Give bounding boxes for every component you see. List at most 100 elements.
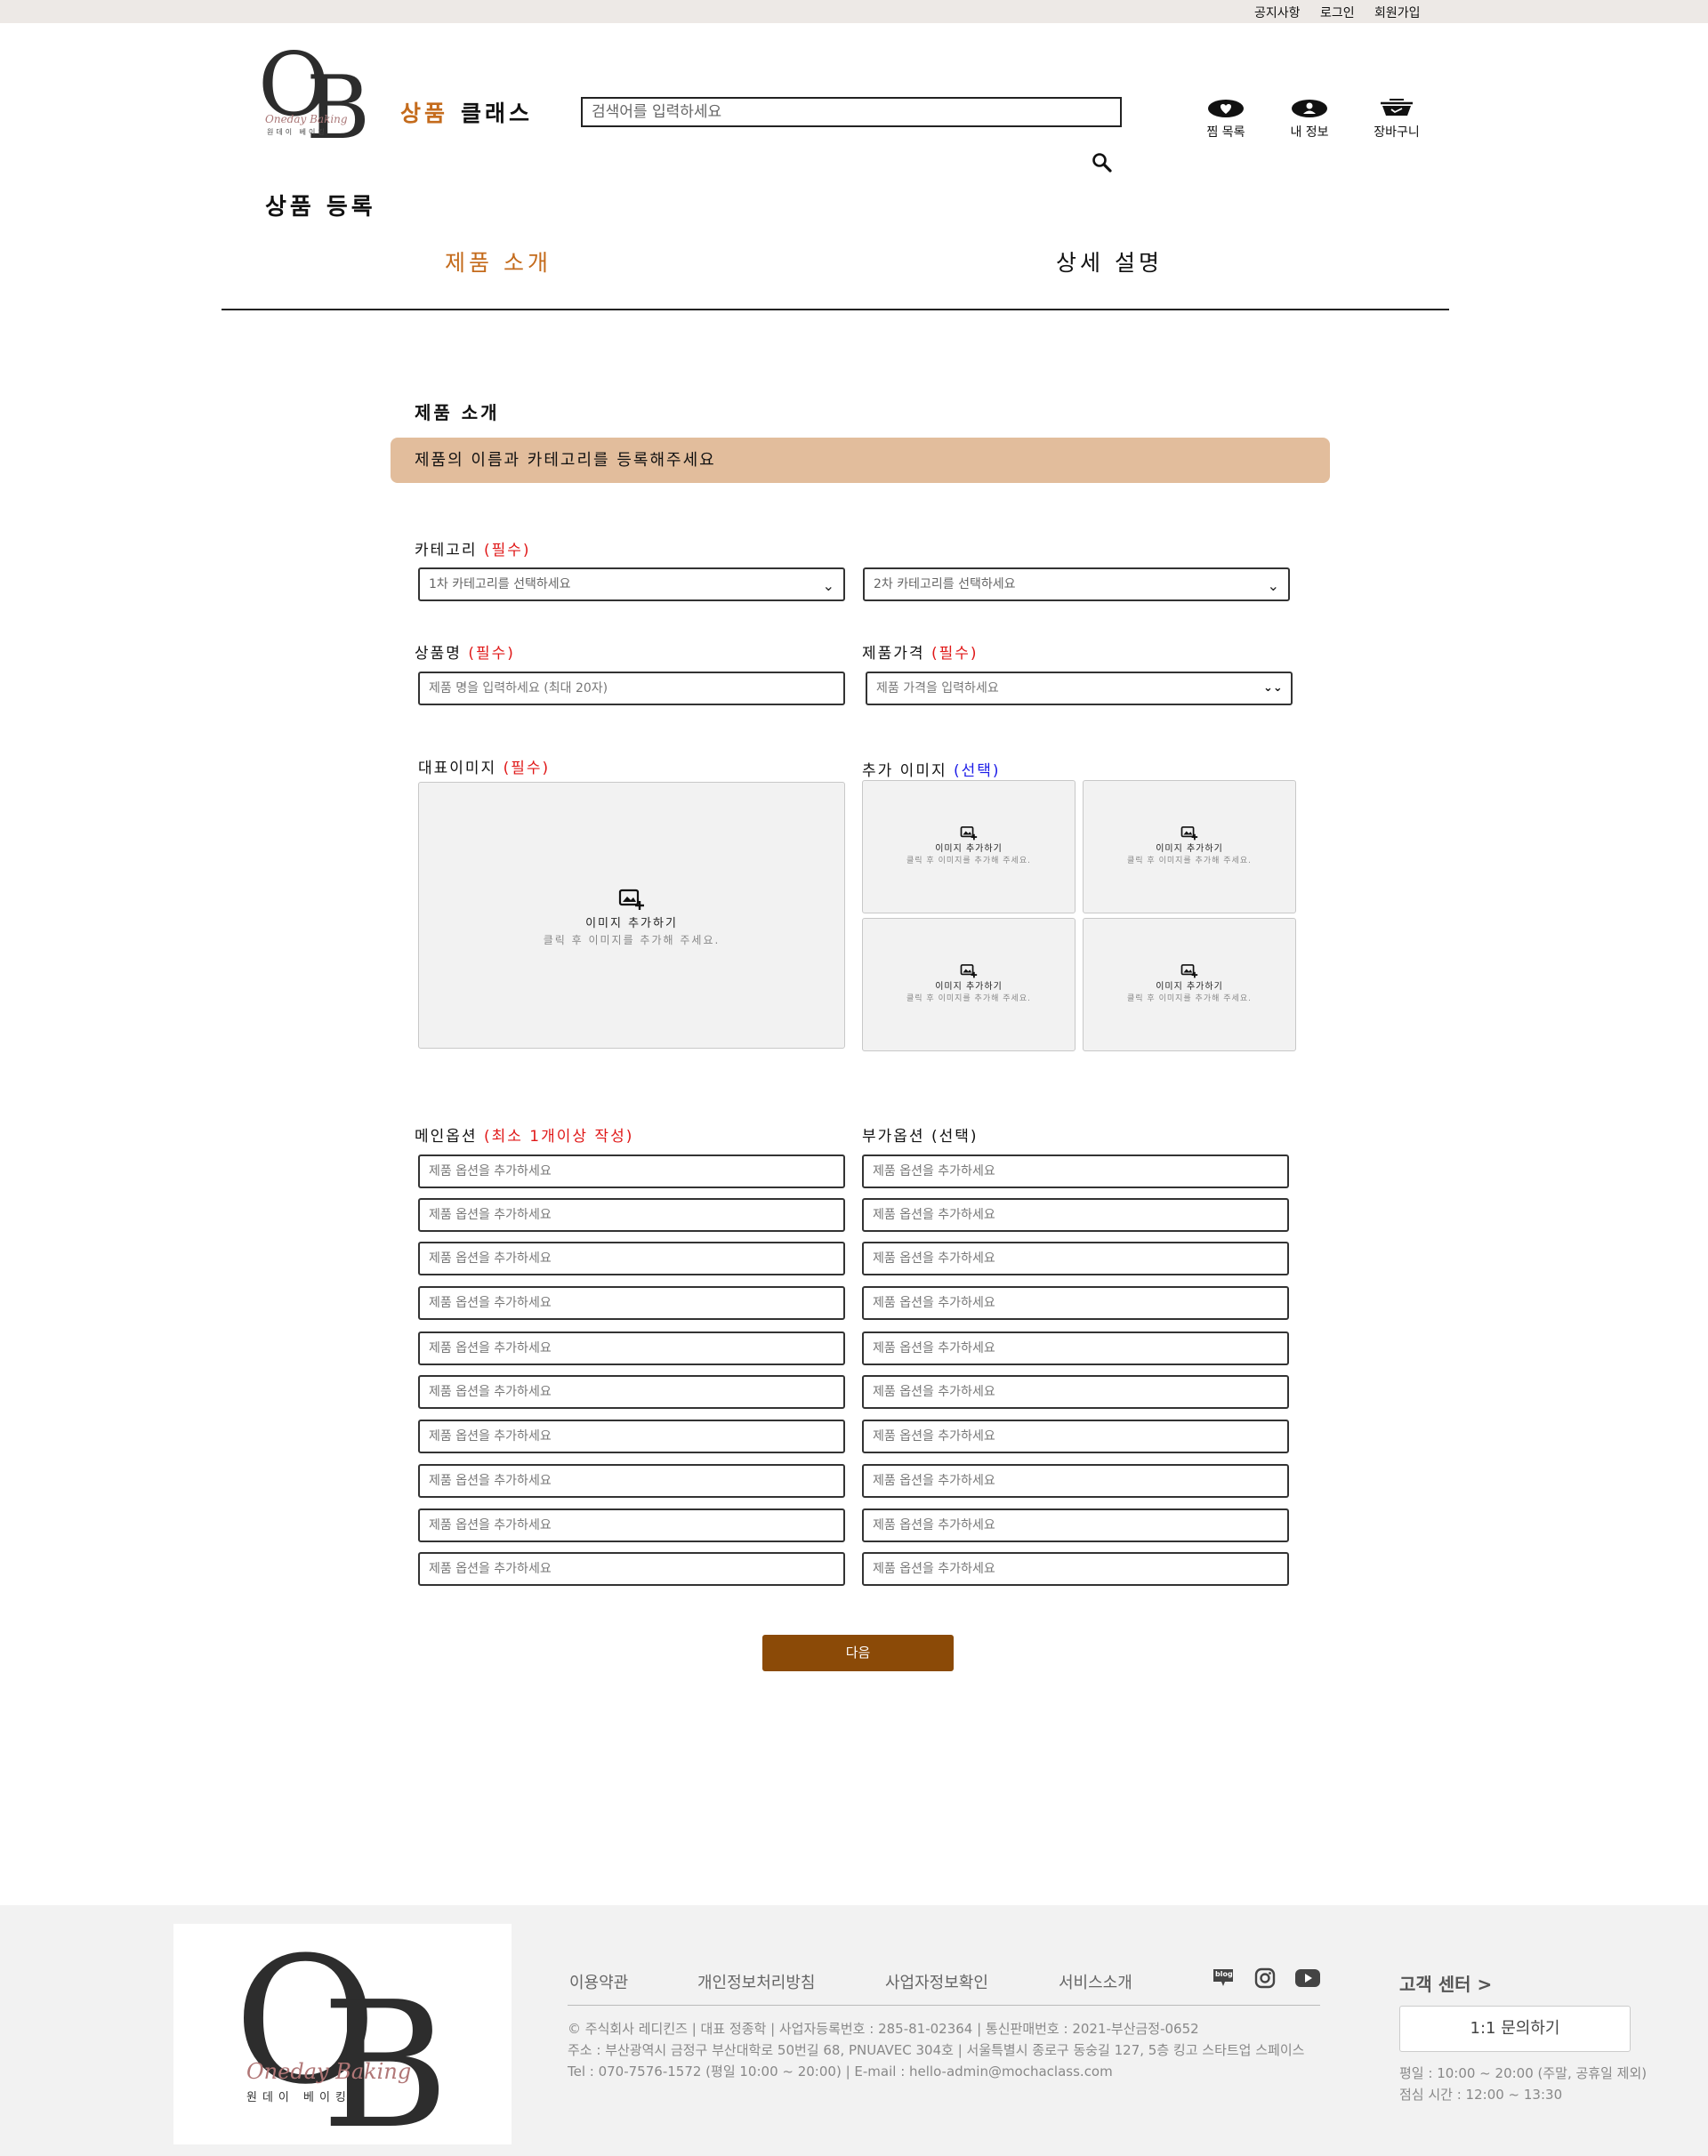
- my-info-button[interactable]: 내 정보: [1274, 98, 1345, 141]
- youtube-icon[interactable]: [1294, 1967, 1321, 1992]
- chevron-down-icon: ⌄: [1267, 577, 1279, 594]
- product-name-label-text: 상품명: [415, 645, 462, 663]
- upload-hint: 클릭 후 이미지를 추가해 주세요.: [906, 994, 1031, 1003]
- main-option-input[interactable]: [418, 1420, 845, 1453]
- cart-icon: [1381, 99, 1413, 116]
- sub-options-label: 부가옵션 (선택): [862, 1123, 979, 1146]
- extra-image-upload-1[interactable]: 이미지 추가하기 클릭 후 이미지를 추가해 주세요.: [862, 780, 1076, 913]
- footer-company-info: © 주식회사 레디킨즈 | 대표 정종학 | 사업자등록번호 : 285-81-…: [568, 2021, 1199, 2037]
- login-link[interactable]: 로그인: [1320, 4, 1355, 21]
- next-button[interactable]: 다음: [762, 1635, 954, 1671]
- extra-image-upload-2[interactable]: 이미지 추가하기 클릭 후 이미지를 추가해 주세요.: [1083, 780, 1296, 913]
- section-title: 제품 소개: [415, 402, 500, 423]
- product-name-input[interactable]: [418, 672, 845, 705]
- upload-hint: 클릭 후 이미지를 추가해 주세요.: [906, 857, 1031, 865]
- footer-divider: [568, 2005, 1320, 2006]
- cart-button[interactable]: 장바구니: [1361, 98, 1432, 141]
- upload-title: 이미지 추가하기: [1156, 982, 1223, 992]
- tab-product-intro[interactable]: 제품 소개: [445, 245, 552, 278]
- sub-option-input[interactable]: [862, 1552, 1289, 1586]
- sub-option-input[interactable]: [862, 1331, 1289, 1365]
- footer-link-service-intro[interactable]: 서비스소개: [1059, 1970, 1132, 1993]
- notice-link[interactable]: 공지사항: [1254, 4, 1301, 21]
- required-badge: (필수): [483, 542, 531, 559]
- instagram-icon[interactable]: [1254, 1967, 1276, 1992]
- search-input[interactable]: [581, 97, 1122, 127]
- tab-detail-description[interactable]: 상세 설명: [1056, 245, 1163, 278]
- extra-image-upload-3[interactable]: 이미지 추가하기 클릭 후 이미지를 추가해 주세요.: [862, 918, 1076, 1051]
- main-image-upload[interactable]: 이미지 추가하기 클릭 후 이미지를 추가해 주세요.: [418, 782, 845, 1049]
- logo-letter-b: B: [306, 58, 371, 159]
- sub-option-input[interactable]: [862, 1420, 1289, 1453]
- sub-option-input[interactable]: [862, 1154, 1289, 1188]
- main-option-input[interactable]: [418, 1154, 845, 1188]
- main-option-input[interactable]: [418, 1464, 845, 1498]
- sub-option-input[interactable]: [862, 1198, 1289, 1232]
- main-option-input[interactable]: [418, 1242, 845, 1275]
- main-option-input[interactable]: [418, 1198, 845, 1232]
- nav-class[interactable]: 클래스: [461, 96, 533, 128]
- optional-badge: (선택): [954, 762, 1001, 780]
- blog-icon-text: blog: [1215, 1970, 1233, 1978]
- sub-option-input[interactable]: [862, 1286, 1289, 1320]
- main-options-label-text: 메인옵션: [415, 1128, 478, 1146]
- search-icon[interactable]: [1091, 151, 1114, 174]
- heart-icon: [1208, 100, 1244, 117]
- my-info-label: 내 정보: [1290, 125, 1329, 140]
- first-category-placeholder: 1차 카테고리를 선택하세요: [429, 577, 571, 591]
- sub-option-input[interactable]: [862, 1508, 1289, 1542]
- tab-divider: [222, 309, 1449, 310]
- optional-badge: (선택): [931, 1128, 979, 1146]
- main-option-input[interactable]: [418, 1508, 845, 1542]
- wishlist-button[interactable]: 찜 목록: [1190, 98, 1261, 141]
- category-label: 카테고리 (필수): [415, 537, 531, 559]
- sub-option-input[interactable]: [862, 1242, 1289, 1275]
- site-logo[interactable]: O B Oneday Baking 원데이 베이킹: [258, 42, 371, 159]
- upload-title: 이미지 추가하기: [935, 982, 1003, 992]
- footer-address: 주소 : 부산광역시 금정구 부산대학로 50번길 68, PNUAVEC 30…: [568, 2042, 1305, 2058]
- lunch-hours: 점심 시간 : 12:00 ~ 13:30: [1399, 2087, 1563, 2103]
- upload-title: 이미지 추가하기: [1156, 844, 1223, 854]
- footer-link-privacy[interactable]: 개인정보처리방침: [697, 1970, 815, 1993]
- add-image-icon: [618, 889, 644, 910]
- extra-image-upload-4[interactable]: 이미지 추가하기 클릭 후 이미지를 추가해 주세요.: [1083, 918, 1296, 1051]
- inquiry-button[interactable]: 1:1 문의하기: [1399, 2006, 1631, 2052]
- chevron-down-icon: ⌄: [822, 577, 834, 594]
- signup-link[interactable]: 회원가입: [1374, 4, 1421, 21]
- main-option-input[interactable]: [418, 1375, 845, 1409]
- main-option-input[interactable]: [418, 1331, 845, 1365]
- required-badge: (필수): [468, 645, 515, 663]
- main-options-label: 메인옵션 (최소 1개이상 작성): [415, 1123, 633, 1146]
- price-label: 제품가격 (필수): [862, 640, 979, 663]
- main-option-input[interactable]: [418, 1552, 845, 1586]
- footer-link-terms[interactable]: 이용약관: [569, 1970, 628, 1993]
- stepper-icon[interactable]: ⌄⌄: [1263, 681, 1283, 695]
- second-category-select[interactable]: 2차 카테고리를 선택하세요 ⌄: [863, 567, 1290, 601]
- required-badge: (필수): [931, 645, 979, 663]
- logo-script: Oneday Baking: [265, 113, 348, 125]
- second-category-placeholder: 2차 카테고리를 선택하세요: [874, 577, 1016, 591]
- blog-icon[interactable]: blog: [1212, 1967, 1235, 1992]
- nav-product[interactable]: 상품: [400, 96, 448, 128]
- sub-options-label-text: 부가옵션: [862, 1128, 925, 1146]
- footer-contact: Tel : 070-7576-1572 (평일 10:00 ~ 20:00) |…: [568, 2063, 1113, 2080]
- main-option-input[interactable]: [418, 1286, 845, 1320]
- price-input[interactable]: [866, 672, 1293, 705]
- wishlist-label: 찜 목록: [1206, 125, 1245, 140]
- upload-title: 이미지 추가하기: [935, 844, 1003, 854]
- add-image-icon: [960, 964, 978, 978]
- customer-center-link[interactable]: 고객 센터 >: [1399, 1970, 1492, 1996]
- price-label-text: 제품가격: [862, 645, 925, 663]
- extra-images-label: 추가 이미지 (선택): [862, 758, 1001, 780]
- footer-logo-korean: 원데이 베이킹: [246, 2091, 351, 2104]
- top-utility-bar: 공지사항 로그인 회원가입: [0, 0, 1708, 23]
- category-label-text: 카테고리: [415, 542, 478, 559]
- sub-option-input[interactable]: [862, 1375, 1289, 1409]
- weekday-hours: 평일 : 10:00 ~ 20:00 (주말, 공휴일 제외): [1399, 2065, 1648, 2081]
- section-banner: 제품의 이름과 카테고리를 등록해주세요: [391, 438, 1330, 483]
- sub-option-input[interactable]: [862, 1464, 1289, 1498]
- first-category-select[interactable]: 1차 카테고리를 선택하세요 ⌄: [418, 567, 845, 601]
- footer-logo: O B Oneday Baking 원데이 베이킹: [173, 1924, 512, 2153]
- cart-label: 장바구니: [1374, 125, 1420, 140]
- footer-link-business-info[interactable]: 사업자정보확인: [885, 1970, 988, 1993]
